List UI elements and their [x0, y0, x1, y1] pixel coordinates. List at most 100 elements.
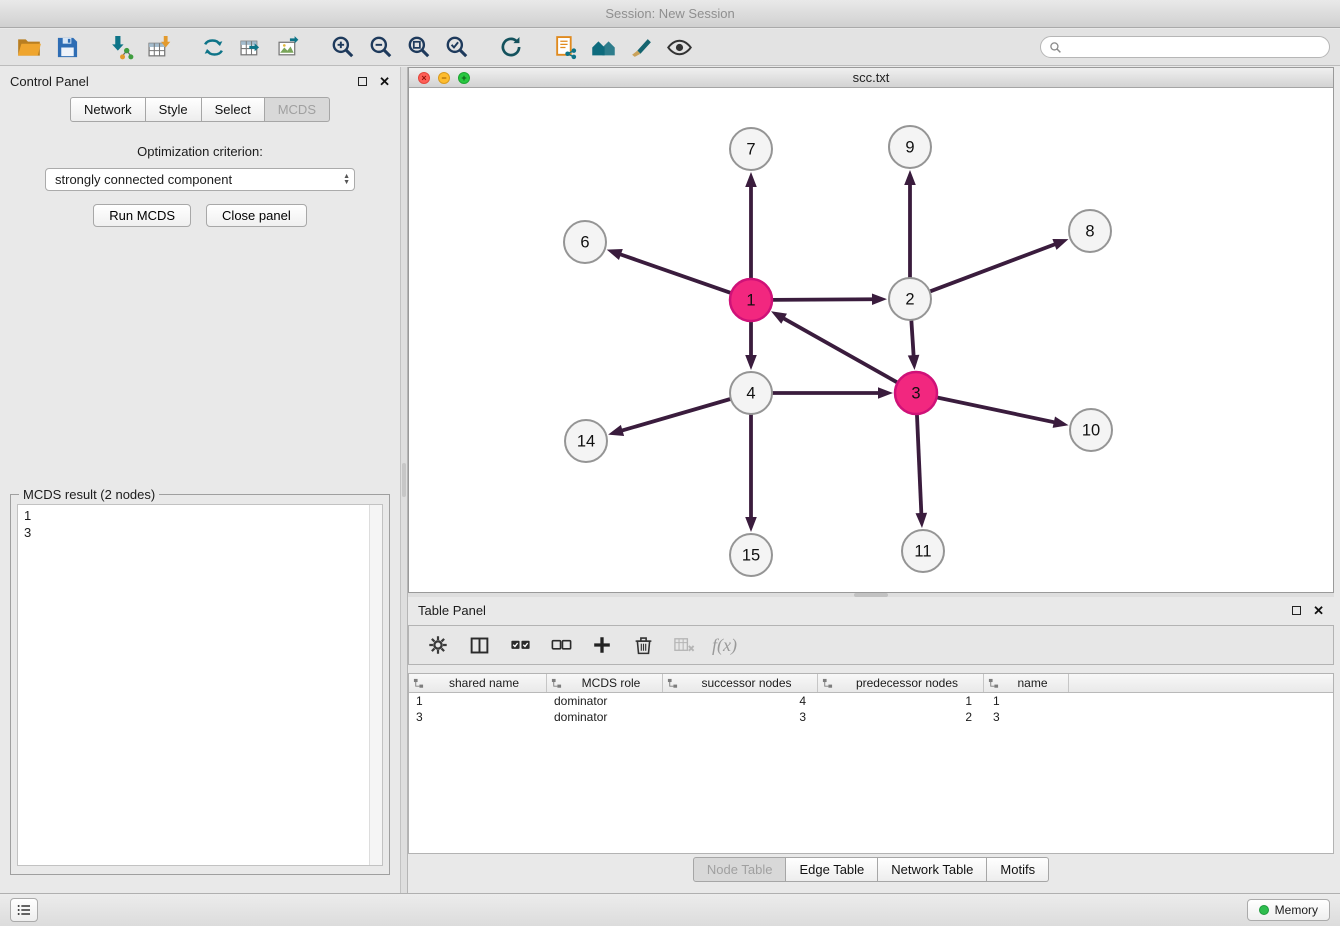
splitter-grip[interactable] [402, 463, 406, 497]
tab-node-table[interactable]: Node Table [693, 857, 787, 882]
unchecked-boxes-icon [550, 634, 573, 657]
table-cell[interactable]: 1 [818, 694, 984, 708]
column-header-successor-nodes[interactable]: successor nodes [663, 674, 818, 692]
tab-edge-table[interactable]: Edge Table [786, 857, 878, 882]
open-report-button[interactable] [546, 31, 584, 63]
graph-edge-3-1[interactable] [782, 318, 897, 383]
zoom-window-icon[interactable]: + [458, 72, 470, 84]
criterion-dropdown[interactable]: strongly connected component ▲▼ [45, 168, 355, 191]
tab-motifs[interactable]: Motifs [987, 857, 1049, 882]
close-panel-button[interactable]: Close panel [206, 204, 307, 227]
open-session-button[interactable] [10, 31, 48, 63]
delete-table-button[interactable] [671, 632, 697, 658]
column-header-label: name [1001, 676, 1064, 690]
table-settings-button[interactable] [425, 632, 451, 658]
export-image-button[interactable] [270, 31, 308, 63]
network-canvas[interactable]: 7968124314101511 [409, 89, 1333, 592]
table-cell[interactable]: 2 [818, 710, 984, 724]
graph-edge-1-2[interactable] [772, 299, 874, 300]
task-history-button[interactable] [10, 898, 38, 922]
network-graph[interactable]: 7968124314101511 [409, 89, 1333, 592]
column-sort-icon[interactable] [988, 678, 999, 689]
export-table-icon [239, 35, 264, 60]
import-network-button[interactable] [102, 31, 140, 63]
vertical-splitter[interactable] [400, 67, 408, 893]
save-session-button[interactable] [48, 31, 86, 63]
homes-icon [590, 34, 617, 61]
minimize-window-icon[interactable]: − [438, 72, 450, 84]
memory-label: Memory [1275, 903, 1318, 917]
tab-select[interactable]: Select [202, 97, 265, 122]
tab-network[interactable]: Network [70, 97, 146, 122]
float-table-panel-icon[interactable] [1292, 606, 1301, 615]
mcds-result-group: MCDS result (2 nodes) 1 3 [10, 494, 390, 875]
search-field[interactable] [1040, 36, 1330, 58]
graph-edge-2-3[interactable] [911, 320, 913, 357]
search-input[interactable] [1066, 40, 1321, 54]
column-sort-icon[interactable] [667, 678, 678, 689]
column-header-name[interactable]: name [984, 674, 1069, 692]
table-cell[interactable]: 4 [663, 694, 818, 708]
column-header-mcds-role[interactable]: MCDS role [547, 674, 663, 692]
graph-edge-3-11[interactable] [917, 414, 921, 515]
deselect-all-button[interactable] [548, 632, 574, 658]
show-columns-button[interactable] [466, 632, 492, 658]
function-builder-button[interactable]: f(x) [712, 632, 737, 658]
graph-edge-3-10[interactable] [937, 397, 1056, 422]
column-sort-icon[interactable] [413, 678, 424, 689]
table-cell[interactable]: 3 [663, 710, 818, 724]
export-image-icon [277, 35, 302, 60]
column-sort-icon[interactable] [822, 678, 833, 689]
table-cell[interactable]: dominator [547, 694, 663, 708]
result-scrollbar[interactable] [369, 505, 382, 865]
column-header-predecessor-nodes[interactable]: predecessor nodes [818, 674, 984, 692]
home-layout-button[interactable] [584, 31, 622, 63]
edge-arrowhead [607, 249, 623, 260]
float-panel-icon[interactable] [358, 77, 367, 86]
mcds-result-list[interactable]: 1 3 [17, 504, 383, 866]
table-cell[interactable]: 1 [409, 694, 547, 708]
zoom-out-button[interactable] [362, 31, 400, 63]
column-header-label: successor nodes [680, 676, 813, 690]
table-cell[interactable]: 3 [984, 710, 1069, 724]
delete-column-button[interactable] [630, 632, 656, 658]
column-header-shared-name[interactable]: shared name [409, 674, 547, 692]
edge-arrowhead [771, 311, 787, 323]
memory-button[interactable]: Memory [1247, 899, 1330, 921]
import-table-button[interactable] [140, 31, 178, 63]
edge-arrowhead [908, 355, 920, 370]
apply-style-button[interactable] [622, 31, 660, 63]
run-mcds-button[interactable]: Run MCDS [93, 204, 191, 227]
tab-style[interactable]: Style [146, 97, 202, 122]
toggle-visibility-button[interactable] [660, 31, 698, 63]
table-row[interactable]: 3dominator323 [409, 709, 1333, 725]
edge-arrowhead [608, 425, 624, 436]
column-sort-icon[interactable] [551, 678, 562, 689]
zoom-in-button[interactable] [324, 31, 362, 63]
close-panel-icon[interactable]: ✕ [379, 75, 390, 88]
table-cell[interactable]: 1 [984, 694, 1069, 708]
graph-edge-2-8[interactable] [930, 244, 1057, 292]
close-window-icon[interactable]: × [418, 72, 430, 84]
zoom-selected-button[interactable] [438, 31, 476, 63]
table-row[interactable]: 1dominator411 [409, 693, 1333, 709]
tab-network-table[interactable]: Network Table [878, 857, 987, 882]
traffic-lights: × − + [418, 72, 470, 84]
export-table-button[interactable] [232, 31, 270, 63]
export-network-button[interactable] [194, 31, 232, 63]
network-window-titlebar[interactable]: × − + scc.txt [409, 68, 1333, 88]
graph-edge-1-6[interactable] [619, 254, 731, 293]
mcds-result-title: MCDS result (2 nodes) [19, 487, 159, 502]
mcds-result-line: 3 [24, 524, 376, 541]
zoom-fit-button[interactable] [400, 31, 438, 63]
graph-edge-4-14[interactable] [621, 399, 731, 431]
close-table-panel-icon[interactable]: ✕ [1313, 604, 1324, 617]
add-column-button[interactable] [589, 632, 615, 658]
table-cell[interactable]: 3 [409, 710, 547, 724]
select-all-button[interactable] [507, 632, 533, 658]
graph-node-label: 9 [905, 139, 914, 157]
table-cell[interactable]: dominator [547, 710, 663, 724]
share-arrows-icon [201, 35, 226, 60]
tab-mcds[interactable]: MCDS [265, 97, 330, 122]
refresh-layout-button[interactable] [492, 31, 530, 63]
